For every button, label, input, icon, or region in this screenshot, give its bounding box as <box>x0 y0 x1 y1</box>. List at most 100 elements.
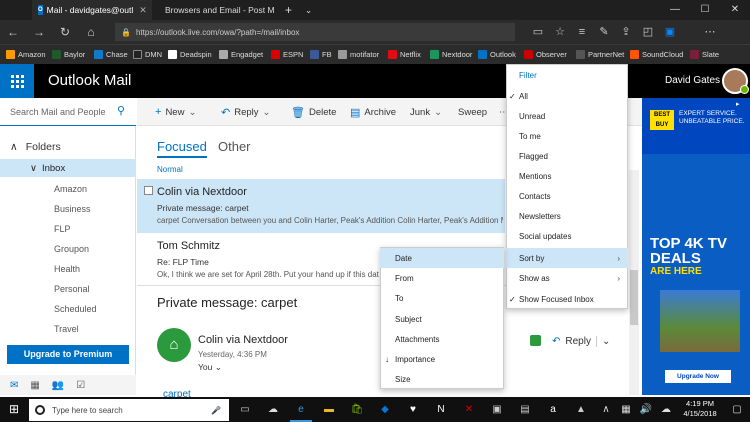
mail-icon[interactable]: ✉ <box>10 380 18 391</box>
amazon-icon[interactable]: a <box>542 397 564 422</box>
upgrade-button[interactable]: Upgrade to Premium <box>7 345 129 364</box>
archive-button[interactable]: ▤ Archive <box>350 98 396 126</box>
ad-cta-button[interactable]: Upgrade Now <box>665 370 731 383</box>
filter-mentions[interactable]: Mentions <box>506 166 628 186</box>
search-input[interactable]: Search Mail and People <box>0 98 136 126</box>
fav-nextdoor[interactable]: Nextdoor <box>430 44 472 64</box>
sort-importance[interactable]: ↓ Importance <box>380 349 504 369</box>
search-icon[interactable]: ⚲ <box>117 104 125 117</box>
fav-engadget[interactable]: Engadget <box>219 44 263 64</box>
iheartradio-icon[interactable]: ♥ <box>402 397 424 422</box>
tab-other[interactable]: Other <box>218 139 251 154</box>
fav-baylor[interactable]: Baylor <box>52 44 85 64</box>
sort-attachments[interactable]: Attachments <box>380 329 504 349</box>
sort-from[interactable]: From <box>380 268 504 288</box>
filter-social-updates[interactable]: Social updates <box>506 226 628 246</box>
ad-choices-icon[interactable]: ▸ <box>736 100 740 108</box>
avatar[interactable] <box>722 68 749 94</box>
fav-outlook[interactable]: Outlook <box>478 44 516 64</box>
reply-button[interactable]: ↶ Reply ⌄ <box>552 331 610 351</box>
recipient[interactable]: You ⌄ <box>198 362 222 373</box>
scrollbar[interactable] <box>629 170 639 395</box>
back-button[interactable]: ← <box>4 20 22 44</box>
extension-icon[interactable]: ◰ <box>638 20 658 44</box>
filter-flagged[interactable]: Flagged <box>506 146 628 166</box>
share-icon[interactable]: ⇪ <box>616 20 636 44</box>
filter-contacts[interactable]: Contacts <box>506 186 628 206</box>
lastpass-icon[interactable]: ▣ <box>660 20 680 44</box>
tab-outlook-mail[interactable]: O Mail - davidgates@outl ✕ <box>32 0 152 20</box>
sender-name[interactable]: Colin via Nextdoor <box>198 334 288 346</box>
sort-by-item[interactable]: Sort by › <box>506 248 628 268</box>
file-explorer-icon[interactable]: ▬ <box>318 397 340 422</box>
action-center-icon[interactable]: ▢ <box>726 397 748 422</box>
store-icon[interactable]: 🛍 <box>346 397 368 422</box>
folder-personal[interactable]: Personal <box>54 284 90 294</box>
task-view-icon[interactable]: ▭ <box>234 397 256 422</box>
fav-espn[interactable]: ESPN <box>271 44 303 64</box>
new-button[interactable]: + New ⌄ <box>155 98 196 126</box>
folder-travel[interactable]: Travel <box>54 324 79 334</box>
chevron-down-icon[interactable]: ⌄ <box>299 0 317 20</box>
notes-icon[interactable]: ✎ <box>594 20 614 44</box>
sort-to[interactable]: To <box>380 288 504 308</box>
fav-soundcloud[interactable]: SoundCloud <box>630 44 683 64</box>
show-as-item[interactable]: Show as › <box>506 268 628 288</box>
scrollbar-thumb[interactable] <box>630 270 638 325</box>
forward-button[interactable]: → <box>30 20 48 44</box>
filter-newsletters[interactable]: Newsletters <box>506 206 628 226</box>
fav-fb[interactable]: FB <box>310 44 332 64</box>
edge-icon[interactable]: e <box>290 397 312 422</box>
url-field[interactable]: 🔒 https://outlook.live.com/owa/?path=/ma… <box>115 23 515 41</box>
people-icon[interactable]: 👥 <box>52 380 64 391</box>
tab-browsers-email[interactable]: Browsers and Email - Post M ✕ <box>155 0 275 20</box>
microphone-icon[interactable]: 🎤 <box>211 406 221 415</box>
filter-unread[interactable]: Unread <box>506 106 628 126</box>
folder-flp[interactable]: FLP <box>54 224 71 234</box>
folders-header[interactable]: ∧ Folders <box>10 141 61 153</box>
tasks-icon[interactable]: ☑ <box>76 380 85 391</box>
fav-netflix[interactable]: Netflix <box>388 44 421 64</box>
sort-subject[interactable]: Subject <box>380 309 504 329</box>
fav-amazon[interactable]: Amazon <box>6 44 46 64</box>
image-icon[interactable]: ▲ <box>570 397 592 422</box>
favorite-star-icon[interactable]: ☆ <box>550 20 570 44</box>
refresh-button[interactable]: ↻ <box>56 20 74 44</box>
system-clock[interactable]: 4:19 PM 4/15/2018 <box>678 399 722 419</box>
fav-partnernet[interactable]: PartnerNet <box>576 44 624 64</box>
sort-size[interactable]: Size <box>380 369 504 389</box>
show-focused-inbox[interactable]: ✓ Show Focused Inbox <box>506 289 628 309</box>
filter-all[interactable]: ✓ All <box>506 86 628 106</box>
network-icon[interactable]: ▦ <box>615 397 637 422</box>
calendar-icon[interactable]: ▦ <box>30 380 39 391</box>
fav-observer[interactable]: Observer <box>524 44 567 64</box>
junk-button[interactable]: Junk ⌄ <box>410 98 442 126</box>
fav-deadspin[interactable]: Deadspin <box>168 44 212 64</box>
chevron-up-icon[interactable]: ∧ <box>595 397 617 422</box>
folder-business[interactable]: Business <box>54 204 91 214</box>
app-launcher-icon[interactable] <box>0 64 34 98</box>
folder-scheduled[interactable]: Scheduled <box>54 304 97 314</box>
ad-info-icon[interactable]: ▷ <box>643 385 649 394</box>
folder-groupon[interactable]: Groupon <box>54 244 89 254</box>
tab-focused[interactable]: Focused <box>157 139 207 158</box>
monitor-icon[interactable]: ▣ <box>486 397 508 422</box>
minimize-button[interactable]: — <box>660 0 690 20</box>
more-icon[interactable]: ⋯ <box>700 20 720 44</box>
app-icon[interactable]: ▤ <box>514 397 536 422</box>
sweep-button[interactable]: Sweep <box>458 98 487 126</box>
reading-view-icon[interactable]: ▭ <box>528 20 548 44</box>
folder-amazon[interactable]: Amazon <box>54 184 87 194</box>
fav-motifator[interactable]: motifator <box>338 44 379 64</box>
media-icon[interactable]: ✕ <box>458 397 480 422</box>
maximize-button[interactable]: ☐ <box>690 0 720 20</box>
select-checkbox[interactable] <box>144 186 153 195</box>
onedrive-icon[interactable]: ☁ <box>655 397 677 422</box>
weather-icon[interactable]: ☁ <box>262 397 284 422</box>
sort-date[interactable]: Date <box>380 248 504 268</box>
netflix-icon[interactable]: N <box>430 397 452 422</box>
photos-icon[interactable]: ◆ <box>374 397 396 422</box>
fav-dmn[interactable]: DMN <box>133 44 162 64</box>
home-button[interactable]: ⌂ <box>82 20 100 44</box>
filter-to-me[interactable]: To me <box>506 126 628 146</box>
